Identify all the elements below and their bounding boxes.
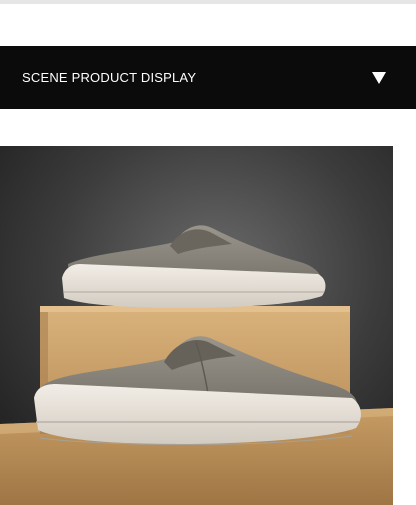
top-divider	[0, 0, 416, 4]
section-header-banner: SCENE PRODUCT DISPLAY	[0, 46, 416, 109]
product-scene-photo	[0, 146, 393, 505]
section-title: SCENE PRODUCT DISPLAY	[22, 70, 197, 85]
triangle-down-icon[interactable]	[372, 71, 386, 84]
